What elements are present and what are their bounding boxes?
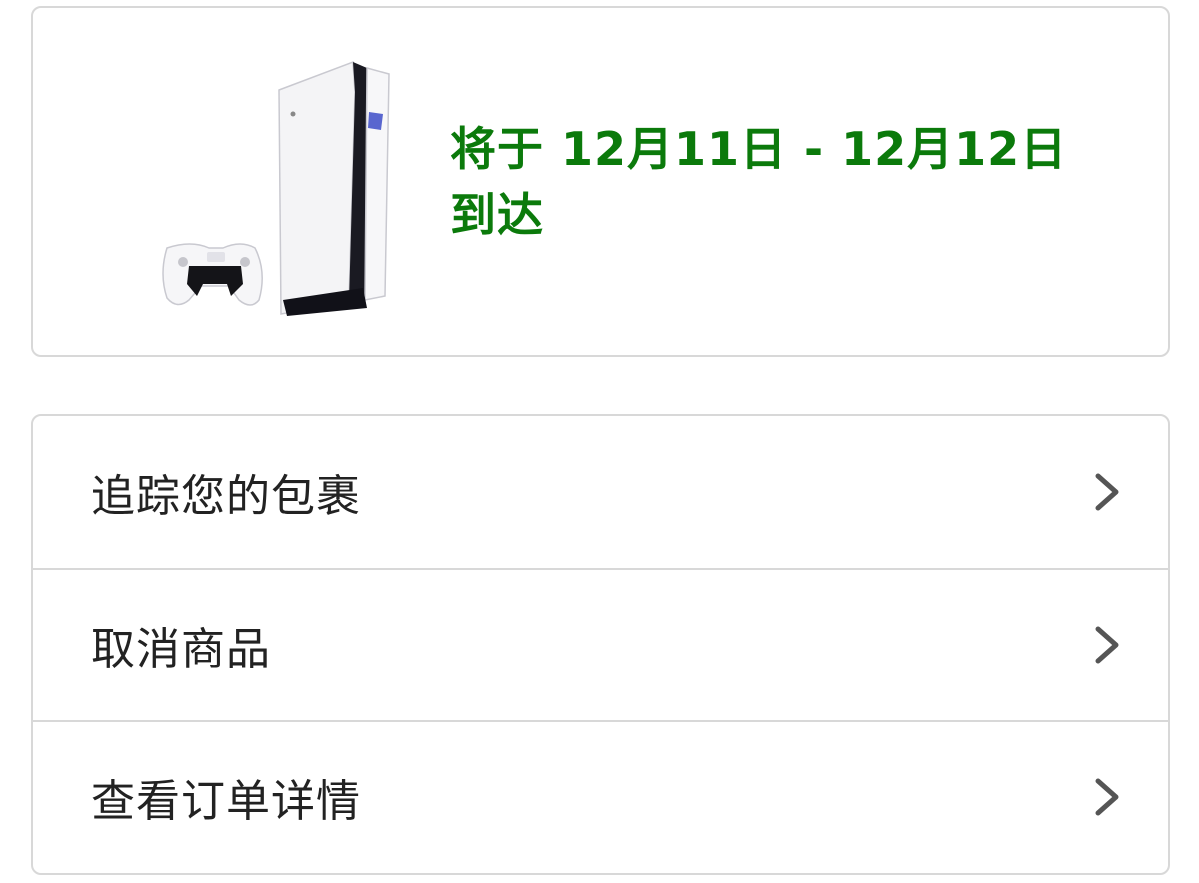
delivery-card[interactable]: 将于 12月11日 - 12月12日 到达 [31,6,1170,357]
order-page: 将于 12月11日 - 12月12日 到达 追踪您的包裹 取消商品 查看订单详情 [0,0,1199,883]
track-package-label: 追踪您的包裹 [91,471,361,522]
chevron-right-icon [1095,626,1119,664]
cancel-item-row[interactable]: 取消商品 [33,568,1168,720]
view-order-details-row[interactable]: 查看订单详情 [33,720,1168,872]
view-order-details-label: 查看订单详情 [91,776,361,827]
product-image [162,60,390,316]
track-package-row[interactable]: 追踪您的包裹 [33,416,1168,568]
chevron-right-icon [1095,778,1119,816]
order-actions-list: 追踪您的包裹 取消商品 查看订单详情 [31,414,1170,875]
cancel-item-label: 取消商品 [91,624,271,675]
chevron-right-icon [1095,473,1119,511]
delivery-estimate: 将于 12月11日 - 12月12日 到达 [450,122,1068,242]
